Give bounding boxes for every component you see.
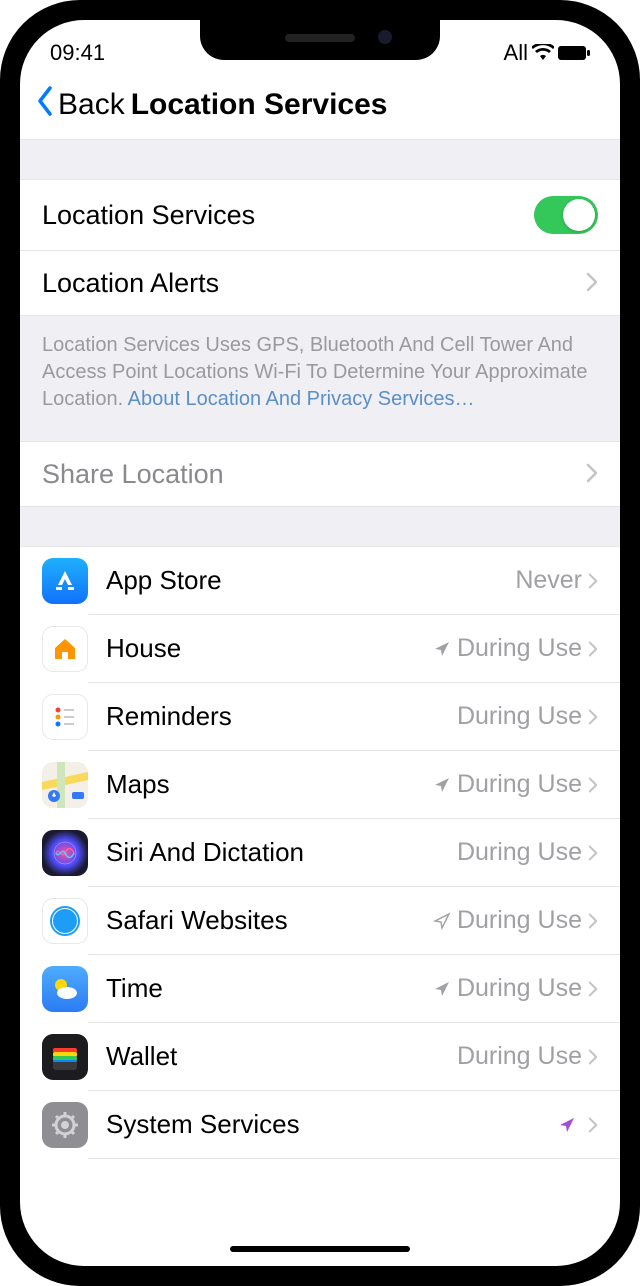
app-name: Safari Websites: [106, 905, 433, 936]
app-status: During Use: [433, 634, 598, 663]
app-row-system[interactable]: System Services: [20, 1091, 620, 1159]
app-name: Time: [106, 973, 433, 1004]
app-name: System Services: [106, 1109, 558, 1140]
share-location-label: Share Location: [42, 459, 586, 490]
home-indicator[interactable]: [230, 1246, 410, 1252]
app-list: App Store Never House During Use Reminde…: [20, 547, 620, 1159]
location-services-label: Location Services: [42, 200, 534, 231]
back-label: Back: [58, 88, 125, 122]
app-name: House: [106, 633, 433, 664]
system-icon: [42, 1102, 88, 1148]
app-status: During Use: [457, 1042, 598, 1071]
status-carrier: All: [504, 40, 528, 66]
app-row-weather[interactable]: Time During Use: [20, 955, 620, 1023]
app-row-maps[interactable]: Maps During Use: [20, 751, 620, 819]
app-row-reminders[interactable]: Reminders During Use: [20, 683, 620, 751]
app-name: Reminders: [106, 701, 457, 732]
page-title: Location Services: [131, 88, 388, 122]
app-name: Wallet: [106, 1041, 457, 1072]
appstore-icon: [42, 558, 88, 604]
app-status: During Use: [457, 838, 598, 867]
app-row-wallet[interactable]: Wallet During Use: [20, 1023, 620, 1091]
app-row-safari[interactable]: Safari Websites During Use: [20, 887, 620, 955]
app-name: Maps: [106, 769, 433, 800]
section-divider: [20, 140, 620, 180]
safari-icon: [42, 898, 88, 944]
app-status: During Use: [433, 906, 598, 935]
weather-icon: [42, 966, 88, 1012]
wifi-icon: [532, 40, 554, 66]
siri-icon: [42, 830, 88, 876]
app-row-siri[interactable]: Siri And Dictation During Use: [20, 819, 620, 887]
battery-icon: [558, 40, 590, 66]
app-status: During Use: [433, 770, 598, 799]
app-status: [558, 1116, 598, 1134]
about-privacy-link[interactable]: About Location And Privacy Services…: [128, 388, 475, 410]
maps-icon: [42, 762, 88, 808]
chevron-right-icon: [586, 267, 598, 299]
location-alerts-row[interactable]: Location Alerts: [20, 251, 620, 316]
notch: [200, 20, 440, 60]
chevron-right-icon: [586, 458, 598, 490]
section-divider: [20, 507, 620, 547]
location-services-description: Location Services Uses GPS, Bluetooth An…: [20, 316, 620, 441]
app-status: During Use: [433, 974, 598, 1003]
location-services-toggle[interactable]: [534, 196, 598, 234]
app-name: Siri And Dictation: [106, 837, 457, 868]
app-row-home[interactable]: House During Use: [20, 615, 620, 683]
app-status: During Use: [457, 702, 598, 731]
chevron-left-icon: [36, 86, 54, 124]
app-status: Never: [515, 566, 598, 595]
status-time: 09:41: [50, 40, 105, 66]
app-name: App Store: [106, 565, 515, 596]
wallet-icon: [42, 1034, 88, 1080]
nav-header: Back Location Services: [20, 70, 620, 140]
share-location-row[interactable]: Share Location: [20, 441, 620, 507]
location-alerts-label: Location Alerts: [42, 268, 586, 299]
back-button[interactable]: Back: [36, 86, 125, 124]
location-services-row[interactable]: Location Services: [20, 180, 620, 251]
home-icon: [42, 626, 88, 672]
reminders-icon: [42, 694, 88, 740]
app-row-appstore[interactable]: App Store Never: [20, 547, 620, 615]
